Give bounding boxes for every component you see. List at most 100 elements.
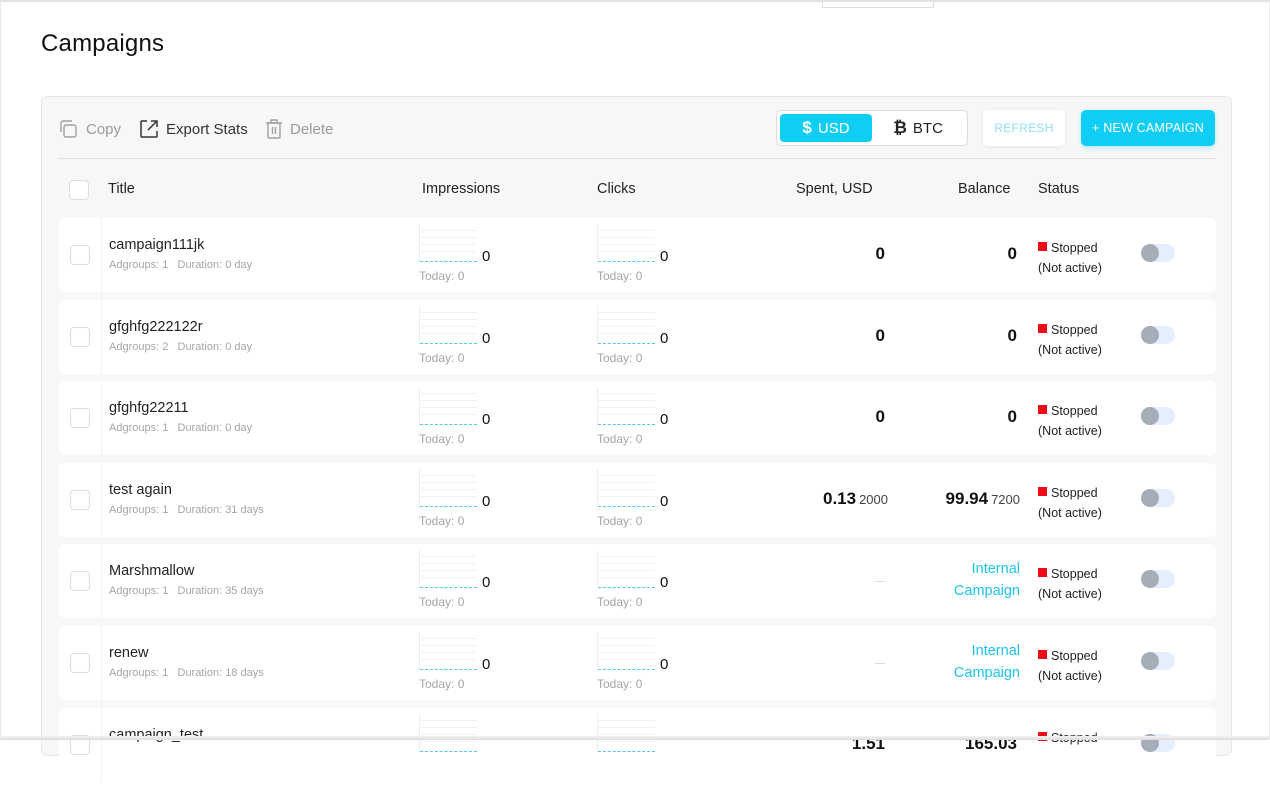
status-text: Stopped [1051, 241, 1098, 255]
campaign-title[interactable]: test again [109, 482, 172, 498]
spent-value: 0.13 2000 [823, 489, 888, 509]
column-spent[interactable]: Spent, USD [796, 181, 873, 197]
adgroups-count: Adgroups: 1 [109, 585, 169, 598]
clicks-sparkline [597, 550, 655, 589]
campaign-active-toggle[interactable] [1141, 570, 1175, 589]
copy-icon [58, 118, 80, 140]
refresh-button[interactable]: REFRESH [983, 110, 1065, 146]
internal-line-2: Campaign [953, 583, 1020, 600]
campaign-title[interactable]: renew [109, 645, 149, 661]
stopped-indicator-icon [1038, 405, 1047, 415]
row-checkbox[interactable] [70, 326, 90, 347]
campaign-meta: Adgroups: 1 Duration: 0 day [109, 259, 252, 271]
select-all-checkbox[interactable] [69, 180, 89, 200]
clicks-today: Today: 0 [597, 513, 643, 528]
dollar-icon: $ [802, 118, 812, 137]
clicks-value: 0 [660, 248, 669, 265]
status-badge: Stopped (Not active) [1038, 646, 1102, 686]
campaign-active-toggle[interactable] [1141, 407, 1175, 426]
bottom-edge [1, 736, 1269, 740]
campaign-active-toggle[interactable] [1141, 244, 1175, 262]
internal-campaign-link[interactable]: Internal Campaign [954, 558, 1020, 602]
row-checkbox[interactable] [70, 489, 90, 510]
campaign-active-toggle[interactable] [1141, 488, 1175, 507]
spent-main: 0 [875, 407, 885, 427]
spent-value: 0 [876, 407, 888, 427]
campaign-row[interactable]: renew Adgroups: 1 Duration: 18 days 0 To… [59, 625, 1216, 700]
campaign-active-toggle[interactable] [1141, 325, 1175, 344]
column-status[interactable]: Status [1038, 181, 1079, 197]
spent-small: 2000 [859, 491, 888, 507]
clicks-value: 0 [660, 329, 669, 347]
column-title[interactable]: Title [108, 181, 135, 197]
usd-option[interactable]: $ USD [780, 114, 872, 142]
column-impressions[interactable]: Impressions [422, 181, 500, 197]
column-clicks[interactable]: Clicks [597, 181, 636, 197]
internal-campaign-link[interactable]: Internal Campaign [954, 640, 1020, 684]
campaign-row[interactable]: Marshmallow Adgroups: 1 Duration: 35 day… [59, 544, 1216, 619]
campaign-title[interactable]: Marshmallow [109, 563, 194, 579]
status-text: Stopped [1051, 485, 1098, 500]
usd-label: USD [817, 119, 850, 137]
clicks-today: Today: 0 [597, 676, 643, 691]
clicks-value: 0 [660, 574, 669, 592]
campaign-meta: Adgroups: 2 Duration: 0 day [109, 341, 252, 353]
clicks-sparkline [597, 305, 655, 344]
campaign-row[interactable]: test again Adgroups: 1 Duration: 31 days… [59, 462, 1216, 537]
campaign-active-toggle[interactable] [1141, 651, 1175, 670]
new-campaign-button[interactable]: + NEW CAMPAIGN [1081, 110, 1215, 146]
impressions-sparkline [419, 468, 477, 507]
clicks-value: 0 [660, 411, 669, 429]
campaign-meta: Adgroups: 1 Duration: 35 days [109, 585, 264, 597]
duration: Duration: 0 day [177, 340, 253, 353]
row-checkbox[interactable] [70, 408, 90, 429]
status-text: Stopped [1051, 404, 1098, 419]
balance-value: 0 [1008, 244, 1020, 264]
campaign-meta: Adgroups: 1 Duration: 0 day [109, 422, 252, 434]
campaign-title[interactable]: gfghfg222122r [109, 319, 203, 335]
campaign-meta [109, 749, 118, 761]
impressions-value: 0 [482, 655, 491, 673]
impressions-sparkline [419, 550, 477, 589]
clicks-sparkline [597, 224, 655, 262]
stopped-indicator-icon [1038, 568, 1047, 578]
column-balance[interactable]: Balance [958, 181, 1010, 197]
stopped-indicator-icon [1038, 323, 1047, 333]
row-checkbox[interactable] [70, 571, 90, 592]
campaign-title[interactable]: campaign_test [109, 727, 203, 743]
top-tab-handle[interactable] [822, 2, 934, 8]
row-checkbox[interactable] [70, 652, 90, 673]
row-divider [101, 707, 102, 782]
spent-empty-dash [875, 581, 885, 583]
impressions-today: Today: 0 [419, 595, 465, 610]
impressions-sparkline [419, 305, 477, 344]
row-divider [101, 299, 102, 374]
status-subtext: (Not active) [1038, 587, 1102, 602]
spent-main: 0 [875, 244, 885, 263]
status-subtext: (Not active) [1038, 505, 1102, 520]
delete-button[interactable]: Delete [264, 117, 333, 141]
status-text: Stopped [1051, 322, 1098, 337]
copy-button[interactable]: Copy [58, 117, 121, 141]
campaign-title[interactable]: gfghfg22211 [109, 400, 189, 416]
campaign-row[interactable]: campaign111jk Adgroups: 1 Duration: 0 da… [59, 218, 1216, 292]
campaign-row[interactable]: gfghfg22211 Adgroups: 1 Duration: 0 day … [59, 381, 1216, 456]
status-badge: Stopped (Not active) [1038, 238, 1102, 278]
campaign-row[interactable]: gfghfg222122r Adgroups: 2 Duration: 0 da… [59, 299, 1216, 374]
status-text: Stopped [1051, 567, 1098, 582]
campaign-row[interactable]: campaign_test 1.51 165.03 Stopped [59, 707, 1216, 782]
btc-label: BTC [912, 119, 943, 137]
currency-toggle: $ USD ₿ BTC [776, 110, 968, 146]
spent-value: 0 [876, 326, 888, 346]
export-stats-button[interactable]: Export Stats [138, 117, 248, 141]
internal-line-1: Internal [971, 642, 1020, 659]
status-text: Stopped [1051, 648, 1098, 663]
impressions-today: Today: 0 [419, 350, 465, 365]
btc-option[interactable]: ₿ BTC [872, 114, 964, 142]
app-window: Campaigns Copy Export Stats Delete $ USD… [0, 0, 1270, 782]
status-badge: Stopped (Not active) [1038, 483, 1102, 523]
impressions-today: Today: 0 [419, 676, 465, 691]
row-checkbox[interactable] [70, 245, 90, 265]
campaign-meta: Adgroups: 1 Duration: 31 days [109, 504, 264, 516]
campaign-title[interactable]: campaign111jk [109, 237, 204, 253]
